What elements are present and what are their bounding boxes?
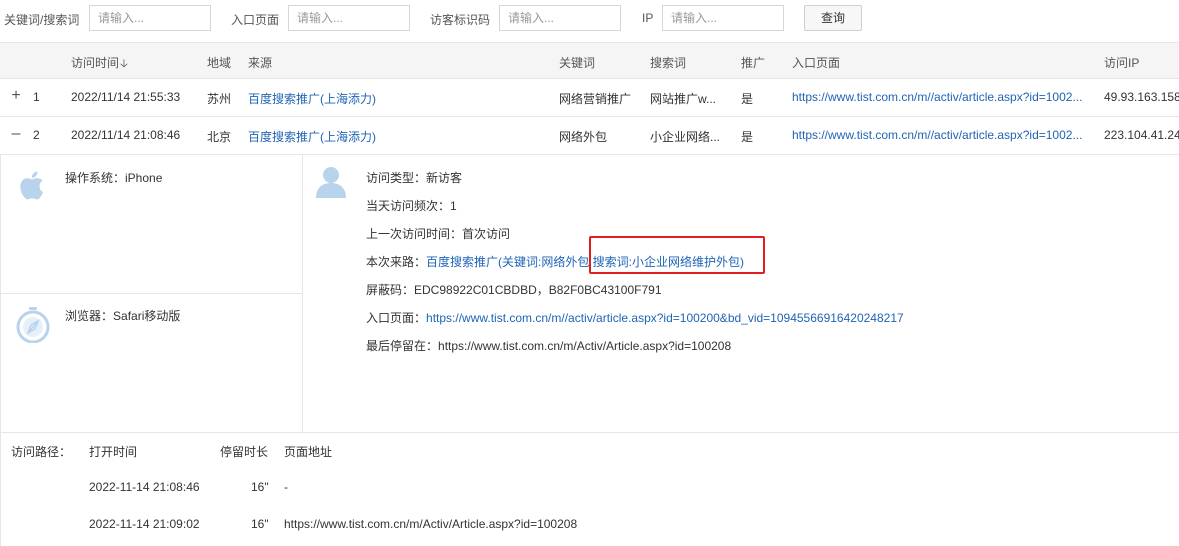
browser-label: 浏览器： [65, 309, 114, 323]
path-header-duration: 停留时长 [220, 445, 269, 459]
visit-path-pane: 访问路径： 打开时间 停留时长 页面地址 2022-11-14 21:08:46… [1, 432, 1179, 546]
row-source-link[interactable]: 百度搜索推广(上海添力) [248, 128, 376, 145]
path-row-duration: 16" [251, 480, 269, 494]
row-time: 2022/11/14 21:55:33 [71, 90, 181, 104]
visit-path-label: 访问路径： [11, 445, 72, 459]
last-visit: 上一次访问时间：首次访问 [366, 225, 510, 242]
keyword-filter-input[interactable] [89, 5, 211, 31]
user-icon [315, 165, 347, 202]
query-button[interactable]: 查询 [804, 5, 862, 31]
header-entry: 入口页面 [792, 56, 841, 70]
os-info: 操作系统：iPhone [65, 169, 162, 186]
browser-value: Safari移动版 [113, 309, 181, 323]
entry-page-link[interactable]: https://www.tist.com.cn/m//activ/article… [426, 311, 904, 325]
mask-code-label: 屏蔽码： [366, 283, 415, 297]
expand-icon[interactable]: + [9, 88, 23, 104]
visit-info-pane: 访问类型：新访客 当天访问频次：1 上一次访问时间：首次访问 本次来路：百度搜索… [303, 155, 1179, 432]
ip-filter-label: IP [642, 11, 654, 25]
table-header: 访问时间🡣 地域 来源 关键词 搜索词 推广 入口页面 访问IP [0, 42, 1179, 79]
visit-type-label: 访问类型： [366, 171, 427, 185]
path-row-open-time: 2022-11-14 21:08:46 [89, 480, 200, 494]
header-search: 搜索词 [650, 56, 687, 70]
collapse-icon[interactable]: – [9, 126, 23, 142]
row-keyword: 网络营销推广 [559, 92, 632, 106]
row-time: 2022/11/14 21:08:46 [71, 128, 181, 142]
daily-frequency-value: 1 [450, 199, 457, 213]
visit-source-label: 本次来路： [366, 255, 427, 269]
daily-frequency: 当天访问频次：1 [366, 197, 457, 214]
table-row[interactable]: + 1 2022/11/14 21:55:33 苏州 百度搜索推广(上海添力) … [0, 79, 1179, 117]
row-source-link[interactable]: 百度搜索推广(上海添力) [248, 90, 376, 107]
last-stay: 最后停留在：https://www.tist.com.cn/m/Activ/Ar… [366, 337, 731, 354]
row-region: 北京 [207, 130, 232, 144]
visit-type: 访问类型：新访客 [366, 169, 462, 186]
os-label: 操作系统： [65, 171, 126, 185]
row-promo: 是 [741, 130, 754, 144]
path-row-page-link[interactable]: - [284, 480, 288, 494]
last-stay-label: 最后停留在： [366, 339, 439, 353]
table-row[interactable]: – 2 2022/11/14 21:08:46 北京 百度搜索推广(上海添力) … [0, 117, 1179, 155]
row-keyword: 网络外包 [559, 130, 608, 144]
row-index: 1 [33, 90, 40, 104]
row-entry-link[interactable]: https://www.tist.com.cn/m//activ/article… [792, 128, 1082, 142]
header-source: 来源 [248, 56, 273, 70]
mask-code-value: EDC98922C01CBDBD，B82F0BC43100F791 [414, 283, 662, 297]
path-row-open-time: 2022-11-14 21:09:02 [89, 517, 200, 531]
header-keyword: 关键词 [559, 56, 596, 70]
path-header-page: 页面地址 [284, 445, 333, 459]
row-search: 小企业网络... [650, 130, 721, 144]
entry-filter-input[interactable] [288, 5, 410, 31]
row-promo: 是 [741, 92, 754, 106]
keyword-filter-label: 关键词/搜索词 [4, 13, 80, 27]
row-index: 2 [33, 128, 40, 142]
row-ip: 223.104.41.24 [1104, 128, 1179, 142]
last-visit-label: 上一次访问时间： [366, 227, 463, 241]
path-header-open-time: 打开时间 [89, 445, 138, 459]
header-promo: 推广 [741, 56, 766, 70]
row-region: 苏州 [207, 92, 232, 106]
visitor-filter-input[interactable] [499, 5, 621, 31]
daily-frequency-label: 当天访问频次： [366, 199, 451, 213]
browser-info: 浏览器：Safari移动版 [65, 307, 180, 324]
row-ip: 49.93.163.158 [1104, 90, 1179, 104]
visitor-filter-label: 访客标识码 [430, 13, 491, 27]
safari-compass-icon [16, 307, 50, 346]
path-row-page-link[interactable]: https://www.tist.com.cn/m/Activ/Article.… [284, 517, 577, 531]
last-visit-value: 首次访问 [462, 227, 511, 241]
filter-bar: 关键词/搜索词 入口页面 访客标识码 IP 查询 [0, 0, 1179, 42]
entry-filter-label: 入口页面 [231, 13, 280, 27]
ip-filter-input[interactable] [662, 5, 784, 31]
path-row-duration: 16" [251, 517, 269, 531]
header-time-label: 访问时间 [71, 56, 120, 70]
visit-type-value: 新访客 [426, 171, 463, 185]
entry-page: 入口页面：https://www.tist.com.cn/m//activ/ar… [366, 309, 904, 326]
header-region: 地域 [207, 56, 232, 70]
search-term-highlight [589, 236, 765, 274]
entry-page-label: 入口页面： [366, 311, 427, 325]
device-info-pane: 操作系统：iPhone 浏览器：Safari移动版 [1, 155, 303, 432]
row-entry-link[interactable]: https://www.tist.com.cn/m//activ/article… [792, 90, 1082, 104]
mask-code: 屏蔽码：EDC98922C01CBDBD，B82F0BC43100F791 [366, 281, 662, 298]
visit-detail-panel: 操作系统：iPhone 浏览器：Safari移动版 访问类型：新访客 当天访问频… [0, 155, 1179, 546]
apple-icon [17, 167, 49, 206]
header-ip: 访问IP [1104, 56, 1140, 70]
row-search: 网站推广w... [650, 92, 717, 106]
last-stay-value: https://www.tist.com.cn/m/Activ/Article.… [438, 339, 732, 353]
sort-down-icon[interactable]: 🡣 [120, 55, 128, 74]
pane-divider [1, 293, 303, 294]
header-time[interactable]: 访问时间🡣 [71, 54, 128, 74]
os-value: iPhone [125, 171, 163, 185]
